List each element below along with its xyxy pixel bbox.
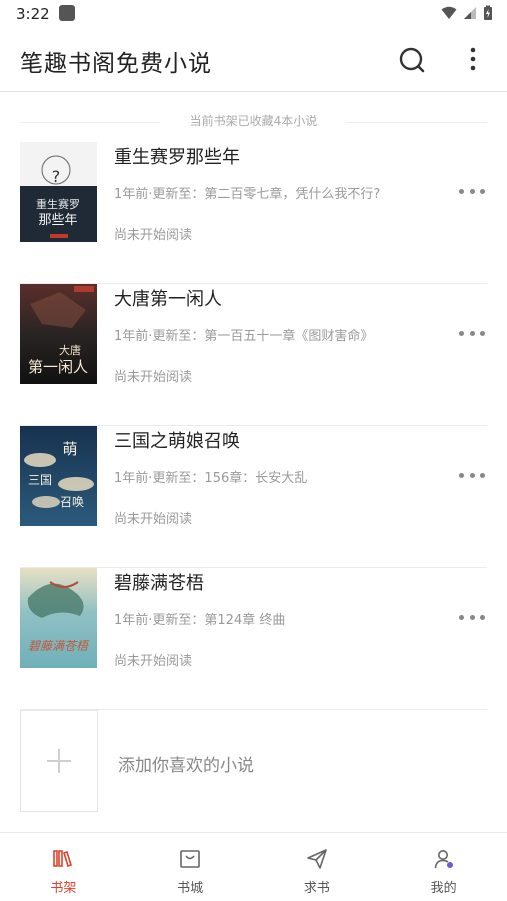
- more-horiz-icon: [459, 614, 464, 620]
- more-horiz-icon: [459, 188, 464, 194]
- notification-icon: [59, 5, 75, 21]
- bottom-tab-bar: 书架 书城 求书 我的: [0, 832, 507, 901]
- svg-text:三国: 三国: [28, 473, 52, 487]
- svg-text:第一闲人: 第一闲人: [28, 358, 88, 376]
- wifi-icon: [441, 6, 457, 19]
- search-button[interactable]: [398, 46, 426, 74]
- more-menu-button[interactable]: [462, 45, 484, 75]
- system-icons: [441, 5, 493, 21]
- book-update: 1年前·更新至：第124章 终曲: [114, 613, 286, 628]
- book-read-status: 尚未开始阅读: [114, 228, 193, 243]
- book-read-status: 尚未开始阅读: [114, 512, 193, 527]
- status-time: 3:22: [16, 5, 50, 23]
- cover-title-text: 重生赛罗: [36, 197, 80, 211]
- book-item[interactable]: ? 重生赛罗 那些年 重生赛罗那些年 1年前·更新至：第二百零七章，凭什么我不行…: [20, 142, 487, 284]
- book-more-button[interactable]: [459, 608, 485, 626]
- tab-bookstore[interactable]: 书城: [127, 833, 254, 901]
- book-update: 1年前·更新至：第二百零七章，凭什么我不行?: [114, 187, 381, 202]
- book-read-status: 尚未开始阅读: [114, 654, 193, 669]
- cell-signal-icon: [464, 7, 476, 19]
- book-title: 三国之萌娘召唤: [114, 431, 240, 452]
- svg-text:大唐: 大唐: [59, 343, 81, 357]
- status-bar: 3:22: [0, 0, 507, 28]
- book-update: 1年前·更新至：156章：长安大乱: [114, 471, 308, 486]
- svg-text:那些年: 那些年: [38, 213, 77, 228]
- book-item[interactable]: 萌 三国 召唤 三国之萌娘召唤 1年前·更新至：156章：长安大乱 尚未开始阅读: [20, 426, 487, 568]
- book-title: 大唐第一闲人: [114, 289, 222, 310]
- book-more-button[interactable]: [459, 324, 485, 342]
- add-book-label: 添加你喜欢的小说: [118, 756, 254, 776]
- tab-bookshelf[interactable]: 书架: [0, 833, 127, 901]
- bookshelf-icon: [53, 850, 73, 868]
- svg-text:碧藤满苍梧: 碧藤满苍梧: [28, 639, 90, 653]
- tab-label: 书架: [50, 881, 77, 896]
- tab-request[interactable]: 求书: [254, 833, 381, 901]
- add-book-placeholder: [20, 710, 98, 812]
- tab-label: 书城: [177, 881, 204, 896]
- tab-label: 求书: [303, 881, 330, 896]
- book-read-status: 尚未开始阅读: [114, 370, 193, 385]
- book-cover: 碧藤满苍梧: [20, 568, 97, 668]
- book-cover: 萌 三国 召唤: [20, 426, 97, 526]
- store-icon: [180, 850, 200, 868]
- add-book-button[interactable]: 添加你喜欢的小说: [20, 710, 487, 812]
- search-icon: [399, 47, 425, 73]
- book-item[interactable]: 大唐 第一闲人 大唐第一闲人 1年前·更新至：第一百五十一章《图财害命》 尚未开…: [20, 284, 487, 426]
- tab-label: 我的: [430, 881, 457, 896]
- app-bar: 笔趣书阁免费小说: [0, 28, 507, 92]
- book-more-button[interactable]: [459, 466, 485, 484]
- book-cover: ? 重生赛罗 那些年: [20, 142, 97, 242]
- more-vert-icon: [470, 47, 476, 71]
- book-title: 重生赛罗那些年: [114, 147, 240, 168]
- send-icon: [307, 849, 327, 869]
- book-title: 碧藤满苍梧: [114, 573, 204, 594]
- shelf-count-notice: 当前书架已收藏4本小说: [189, 114, 318, 128]
- more-horiz-icon: [459, 472, 464, 478]
- svg-text:?: ?: [52, 167, 61, 186]
- profile-icon: [434, 850, 453, 869]
- svg-text:萌: 萌: [62, 440, 77, 458]
- book-more-button[interactable]: [459, 182, 485, 200]
- plus-icon: [47, 749, 71, 773]
- book-item[interactable]: 碧藤满苍梧 碧藤满苍梧 1年前·更新至：第124章 终曲 尚未开始阅读: [20, 568, 487, 710]
- tab-profile[interactable]: 我的: [380, 833, 507, 901]
- battery-icon: [484, 5, 492, 20]
- book-update: 1年前·更新至：第一百五十一章《图财害命》: [114, 329, 374, 344]
- app-title: 笔趣书阁免费小说: [20, 51, 212, 77]
- svg-text:召唤: 召唤: [60, 495, 84, 509]
- book-cover: 大唐 第一闲人: [20, 284, 97, 384]
- more-horiz-icon: [459, 330, 464, 336]
